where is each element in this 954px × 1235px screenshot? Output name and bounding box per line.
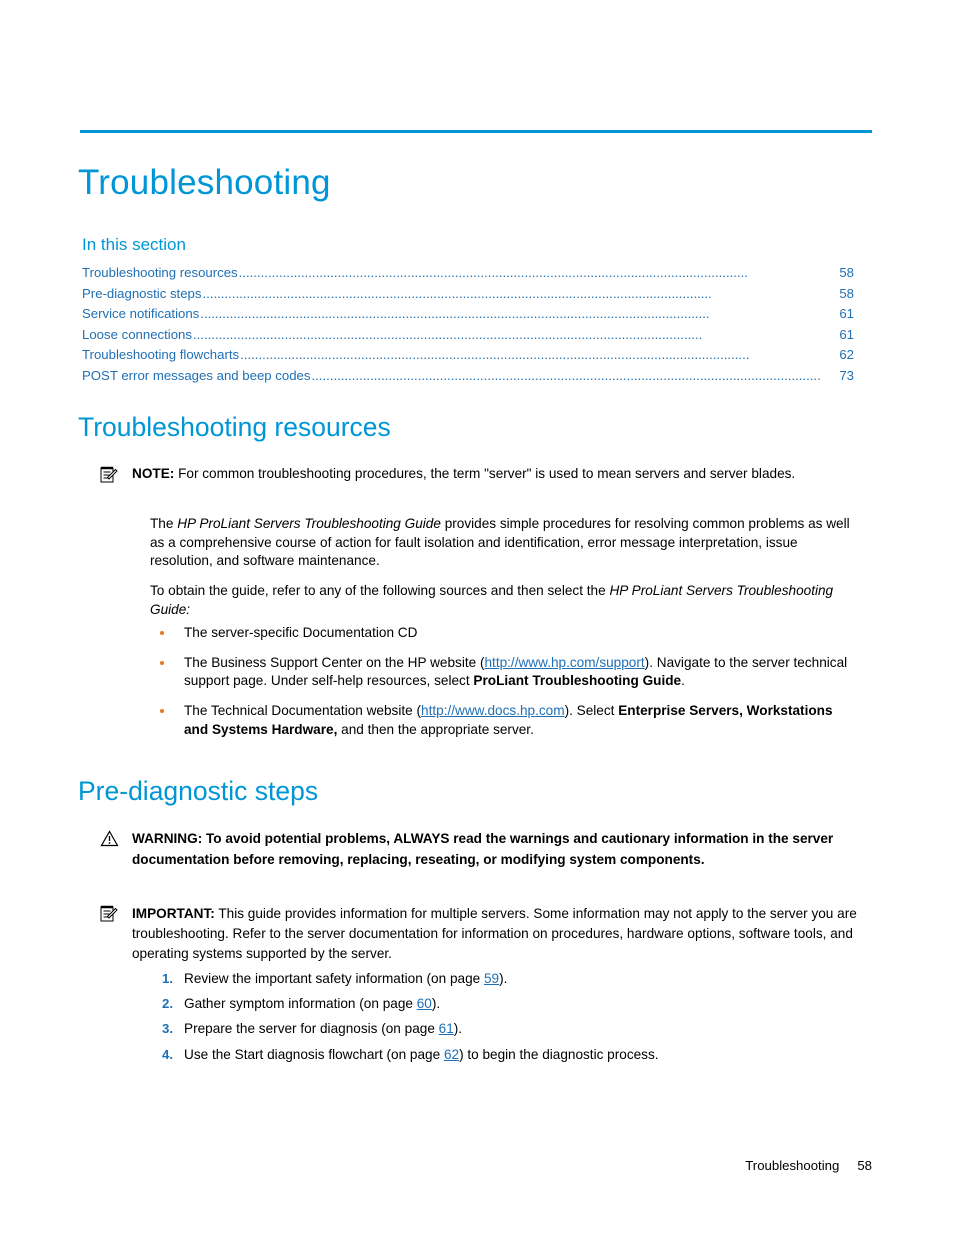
support-site-link[interactable]: http://www.hp.com/support	[484, 655, 644, 670]
important-icon	[100, 905, 118, 922]
toc-entry[interactable]: Pre-diagnostic steps ...................…	[82, 284, 854, 305]
toc-entry[interactable]: Service notifications ..................…	[82, 304, 854, 325]
step-text-2: ).	[431, 996, 441, 1012]
page-reference-link[interactable]: 62	[444, 1047, 459, 1062]
note-icon	[100, 466, 118, 483]
toc-entry-label[interactable]: POST error messages and beep codes	[82, 366, 310, 387]
toc-entry[interactable]: Troubleshooting resources ..............…	[82, 263, 854, 284]
toc-leader: ........................................…	[200, 306, 710, 321]
toc-entry-page[interactable]: 58	[830, 284, 854, 305]
page-title: Troubleshooting	[78, 163, 331, 203]
page-reference-link[interactable]: 61	[439, 1021, 454, 1036]
page-footer: Troubleshooting 58	[745, 1158, 872, 1173]
numbered-step-list: 1. Review the important safety informati…	[150, 970, 856, 1071]
list-item-text: The server-specific Documentation CD	[184, 625, 418, 640]
note-label: NOTE:	[132, 466, 175, 481]
bullet-icon	[160, 660, 164, 665]
important-text: This guide provides information for mult…	[132, 906, 857, 962]
bullet-icon	[160, 709, 164, 714]
note-callout: NOTE: For common troubleshooting procedu…	[100, 465, 856, 484]
page-reference-link[interactable]: 60	[417, 996, 432, 1011]
toc-entry-label[interactable]: Troubleshooting resources	[82, 263, 238, 284]
list-item-text-3: and then the appropriate server.	[337, 721, 534, 737]
toc-leader: ........................................…	[192, 326, 703, 342]
list-item-text-2: ). Select	[564, 703, 619, 719]
step-text: Prepare the server for diagnosis (on pag…	[184, 1021, 439, 1037]
list-item: The Business Support Center on the HP we…	[150, 654, 856, 691]
toc-entry-label[interactable]: Pre-diagnostic steps	[82, 284, 201, 305]
note-text: For common troubleshooting procedures, t…	[178, 466, 796, 481]
list-item-text-3: .	[681, 673, 685, 689]
list-item-bold: ProLiant Troubleshooting Guide	[473, 673, 682, 689]
resource-bullet-list: The server-specific Documentation CD The…	[150, 624, 856, 751]
footer-label: Troubleshooting	[745, 1158, 840, 1173]
toc-entry-page[interactable]: 58	[830, 263, 854, 284]
toc-entry-page[interactable]: 73	[830, 366, 854, 387]
toc-leader: ........................................…	[202, 285, 712, 301]
section-heading-pre-diagnostic-steps: Pre-diagnostic steps	[78, 776, 319, 806]
warning-label: WARNING:	[132, 831, 203, 846]
toc-leader: ........................................…	[240, 347, 750, 362]
toc-heading: In this section	[82, 235, 186, 254]
toc-leader: ........................................…	[311, 367, 821, 383]
list-item-text: The Technical Documentation website (	[184, 703, 422, 719]
step-text: Gather symptom information (on page	[184, 996, 417, 1012]
list-item: 2. Gather symptom information (on page 6…	[150, 995, 856, 1014]
note-body: NOTE: For common troubleshooting procedu…	[132, 465, 856, 484]
step-text-2: ).	[499, 971, 508, 986]
toc-entry[interactable]: POST error messages and beep codes .....…	[82, 366, 854, 387]
list-item: The Technical Documentation website (htt…	[150, 702, 856, 739]
list-item-text: The Business Support Center on the HP we…	[184, 654, 485, 670]
paragraph-obtain-guide: To obtain the guide, refer to any of the…	[150, 582, 856, 619]
title-rule	[80, 130, 872, 133]
toc-entry-page[interactable]: 61	[830, 304, 854, 325]
step-number: 2.	[162, 996, 173, 1012]
toc-entry-label[interactable]: Loose connections	[82, 325, 192, 346]
para-pre: The	[150, 516, 178, 531]
page-reference-link[interactable]: 59	[484, 971, 499, 986]
toc-entry-label[interactable]: Service notifications	[82, 304, 199, 325]
bullet-icon	[160, 631, 164, 635]
para-italic-title: HP ProLiant Servers Troubleshooting Guid…	[177, 516, 441, 531]
list-item: 4. Use the Start diagnosis flowchart (on…	[150, 1046, 856, 1065]
step-number: 1.	[162, 971, 173, 986]
footer-page-number: 58	[857, 1158, 872, 1173]
toc-entry-page[interactable]: 62	[830, 345, 854, 366]
step-text-2: ) to begin the diagnostic process.	[459, 1046, 659, 1062]
toc-entry[interactable]: Troubleshooting flowcharts .............…	[82, 345, 854, 366]
section-heading-troubleshooting-resources: Troubleshooting resources	[78, 412, 391, 442]
step-text: Use the Start diagnosis flowchart (on pa…	[184, 1046, 444, 1062]
important-label: IMPORTANT:	[132, 906, 215, 921]
list-item: 1. Review the important safety informati…	[150, 970, 856, 989]
para-pre: To obtain the guide, refer to any of the…	[150, 583, 610, 598]
list-item: 3. Prepare the server for diagnosis (on …	[150, 1020, 856, 1039]
toc-leader: ........................................…	[238, 265, 748, 280]
important-callout: IMPORTANT: This guide provides informati…	[100, 904, 860, 965]
toc-entry[interactable]: Loose connections ......................…	[82, 325, 854, 346]
warning-callout: WARNING: To avoid potential problems, AL…	[100, 828, 856, 870]
toc-entry-page[interactable]: 61	[830, 325, 854, 346]
document-page: Troubleshooting In this section Troubles…	[0, 0, 954, 1235]
step-number: 4.	[162, 1046, 173, 1062]
warning-icon	[100, 830, 119, 847]
step-text-2: ).	[453, 1021, 463, 1037]
warning-body: WARNING: To avoid potential problems, AL…	[132, 828, 856, 870]
warning-text: To avoid potential problems, ALWAYS read…	[132, 831, 834, 867]
list-item: The server-specific Documentation CD	[150, 624, 856, 643]
toc-entry-label[interactable]: Troubleshooting flowcharts	[82, 345, 239, 366]
important-body: IMPORTANT: This guide provides informati…	[132, 904, 860, 965]
table-of-contents: Troubleshooting resources ..............…	[82, 263, 854, 386]
step-number: 3.	[162, 1021, 173, 1037]
paragraph-guide-description: The HP ProLiant Servers Troubleshooting …	[150, 515, 856, 571]
step-text: Review the important safety information …	[184, 971, 484, 986]
docs-site-link[interactable]: http://www.docs.hp.com	[421, 703, 565, 718]
